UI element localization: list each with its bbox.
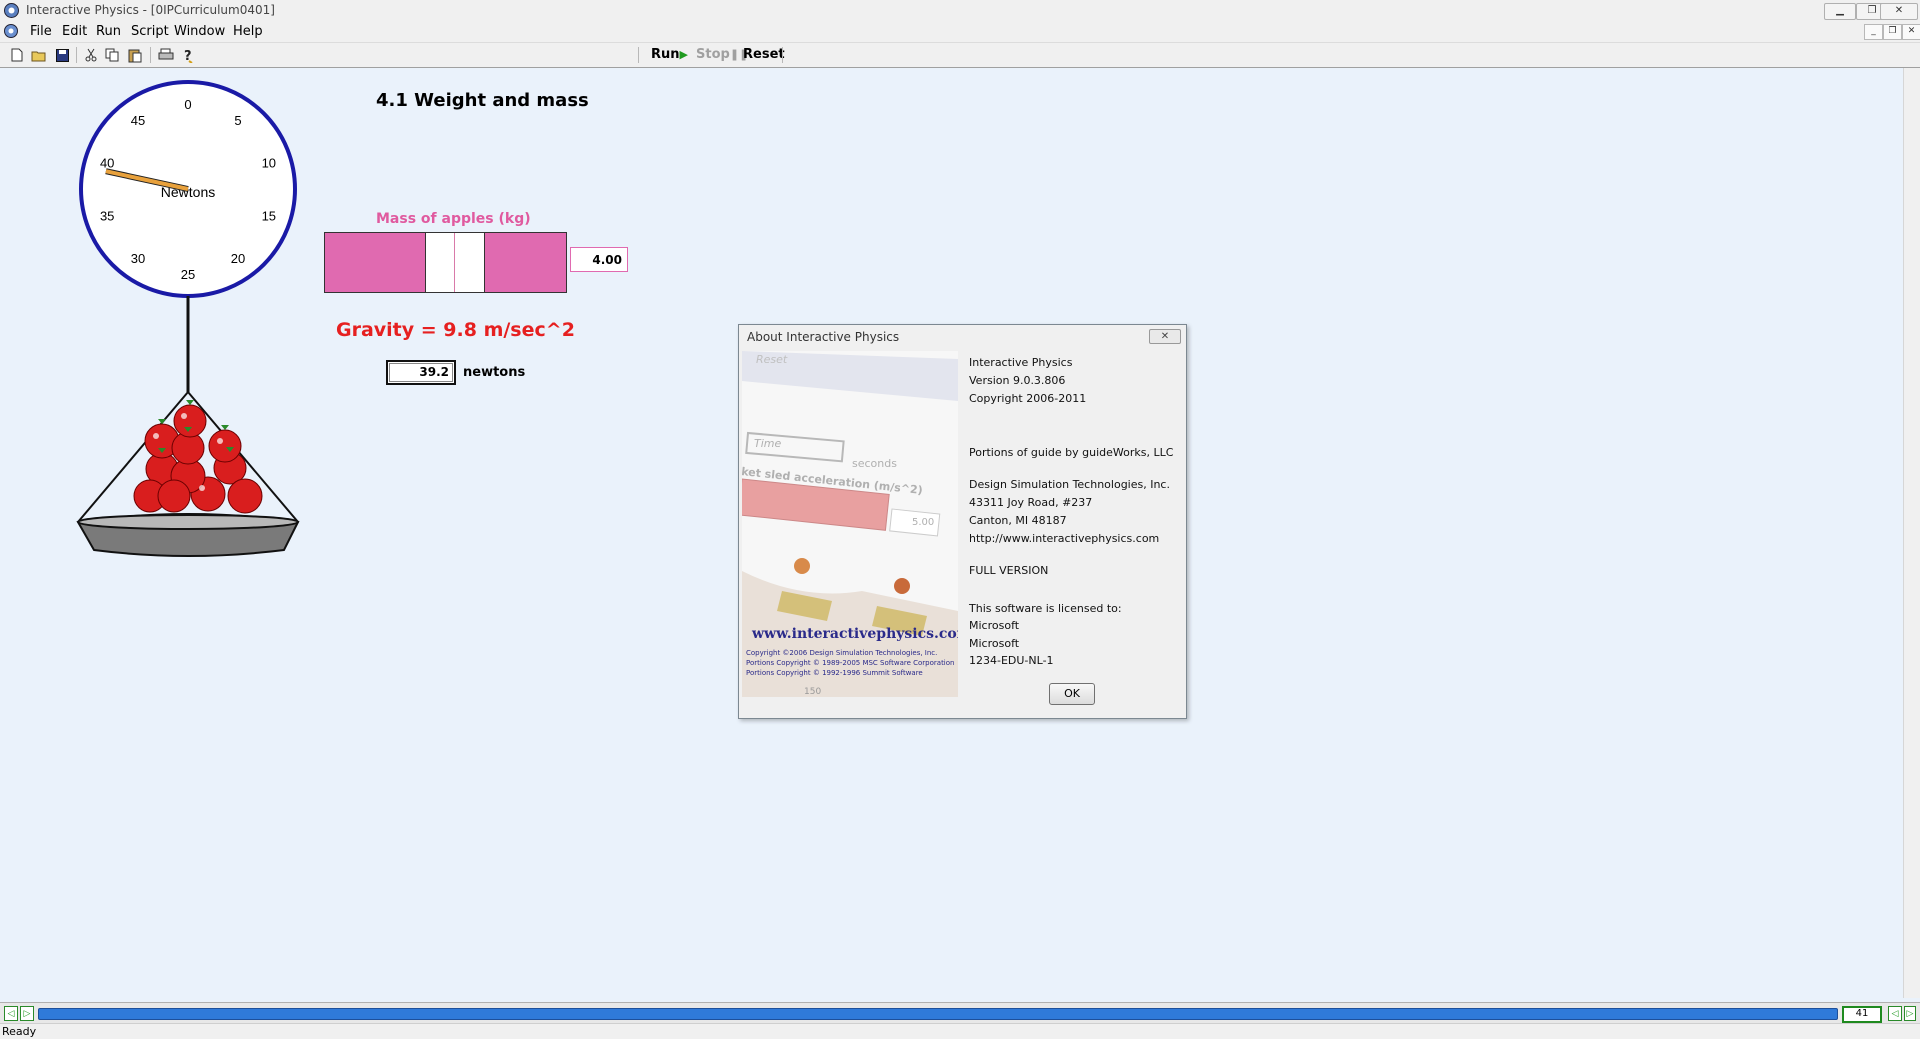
run-button[interactable]: Run▶ [651,47,688,62]
cut-icon[interactable] [82,47,99,63]
toolbar-separator [150,47,151,63]
frame-counter[interactable]: 41 [1842,1006,1882,1023]
splash-url: www.interactivephysics.com [752,626,958,642]
reset-button[interactable]: Reset [743,47,785,62]
ok-button[interactable]: OK [1049,683,1095,705]
about-url: http://www.interactivephysics.com [969,532,1160,545]
menu-file[interactable]: File [30,24,52,39]
splash-image: Reset Time seconds ket sled acceleration… [742,351,958,697]
scale-tick-label: 0 [184,97,191,112]
about-licensee-2: Microsoft [969,637,1020,650]
scale-tick-label: 10 [262,156,276,171]
about-serial: 1234-EDU-NL-1 [969,654,1054,667]
frame-end-back-icon[interactable]: ◁ [1888,1006,1902,1021]
splash-seconds: seconds [852,457,897,470]
mass-slider-thumb[interactable] [425,233,485,292]
open-folder-icon[interactable] [30,47,47,63]
about-version: Version 9.0.3.806 [969,374,1066,387]
menu-run[interactable]: Run [96,24,121,39]
status-text: Ready [2,1025,37,1038]
splash-time: Time [754,437,782,450]
about-guide: Portions of guide by guideWorks, LLC [969,446,1174,459]
about-company: Design Simulation Technologies, Inc. [969,478,1170,491]
dialog-close-button[interactable]: ✕ [1149,329,1181,344]
save-icon[interactable] [54,47,71,63]
toolbar-separator [782,47,783,63]
mdi-minimize-button[interactable]: _ [1864,24,1883,40]
about-address-1: 43311 Joy Road, #237 [969,496,1093,509]
paste-icon[interactable] [127,47,144,63]
menu-window[interactable]: Window [174,24,225,39]
close-button[interactable]: ✕ [1880,3,1918,20]
scale-tick-label: 15 [262,208,276,223]
mass-slider[interactable] [324,232,567,293]
copy-icon[interactable] [104,47,121,63]
vertical-scrollbar[interactable] [1903,68,1920,998]
weight-value-field[interactable]: 39.2 [386,360,456,385]
menu-edit[interactable]: Edit [62,24,87,39]
toolbar-separator [76,47,77,63]
run-label: Run [651,47,680,62]
about-licensed-label: This software is licensed to: [969,602,1122,615]
stop-button[interactable]: Stop❚❚ [696,47,748,62]
scale-tick-label: 35 [100,208,114,223]
minimize-button[interactable]: ▁ [1824,3,1856,20]
spring-scale[interactable]: 051015202530354045 Newtons [70,76,310,576]
status-bar: Ready [0,1023,1920,1039]
document-icon[interactable] [3,23,19,39]
scale-tick-label: 5 [234,113,241,128]
window-title: Interactive Physics - [0IPCurriculum0401… [26,3,275,17]
scale-tick-label: 45 [131,113,145,128]
mdi-close-button[interactable]: ✕ [1902,24,1920,40]
basket-rim [77,514,299,530]
dialog-title: About Interactive Physics [747,330,900,344]
weight-unit-label: newtons [463,365,526,380]
title-bar: Interactive Physics - [0IPCurriculum0401… [0,0,1920,22]
page-title: 4.1 Weight and mass [376,90,589,111]
scale-tick-label: 20 [231,251,245,266]
stop-label: Stop [696,47,730,62]
menu-bar: File Edit Run Script Window Help _ ❐ ✕ [0,21,1920,41]
frame-forward-icon[interactable]: ▷ [20,1006,34,1021]
mass-slider-label: Mass of apples (kg) [376,211,531,227]
new-file-icon[interactable] [8,47,25,63]
scale-tick-label: 25 [181,267,195,282]
toolbar-separator [638,47,639,63]
about-licensee-1: Microsoft [969,619,1020,632]
frame-track[interactable] [38,1008,1838,1020]
mdi-restore-button[interactable]: ❐ [1883,24,1902,40]
splash-bottom: 150 [804,687,822,697]
splash-accel-value: 5.00 [912,517,935,528]
about-copyright: Copyright 2006-2011 [969,392,1087,405]
about-product: Interactive Physics [969,356,1073,369]
frame-back-icon[interactable]: ◁ [4,1006,18,1021]
menu-script[interactable]: Script [131,24,169,39]
gravity-label: Gravity = 9.8 m/sec^2 [336,319,575,341]
about-dialog: About Interactive Physics ✕ Reset Time s… [738,324,1187,719]
about-address-2: Canton, MI 48187 [969,514,1067,527]
menu-help[interactable]: Help [233,24,263,39]
splash-copyright-2: Portions Copyright © 1989-2005 MSC Softw… [746,659,955,667]
about-edition: FULL VERSION [969,564,1049,577]
splash-copyright-1: Copyright ©2006 Design Simulation Techno… [746,649,938,657]
slider-thumb-line [454,233,455,292]
app-icon[interactable] [3,2,20,19]
print-icon[interactable] [157,47,174,63]
scale-tick-label: 30 [131,251,145,266]
frame-end-forward-icon[interactable]: ▷ [1904,1006,1916,1021]
frame-controller: ◁ ▷ 41 ◁ ▷ [0,1002,1920,1023]
splash-copyright-3: Portions Copyright © 1992-1996 Summit So… [746,669,923,677]
mass-value-field[interactable]: 4.00 [570,247,628,272]
toolbar: ? Run▶ Stop❚❚ Reset [0,42,1920,68]
splash-reset: Reset [756,353,788,366]
play-icon: ▶ [679,48,688,61]
help-icon[interactable]: ? [180,47,197,63]
